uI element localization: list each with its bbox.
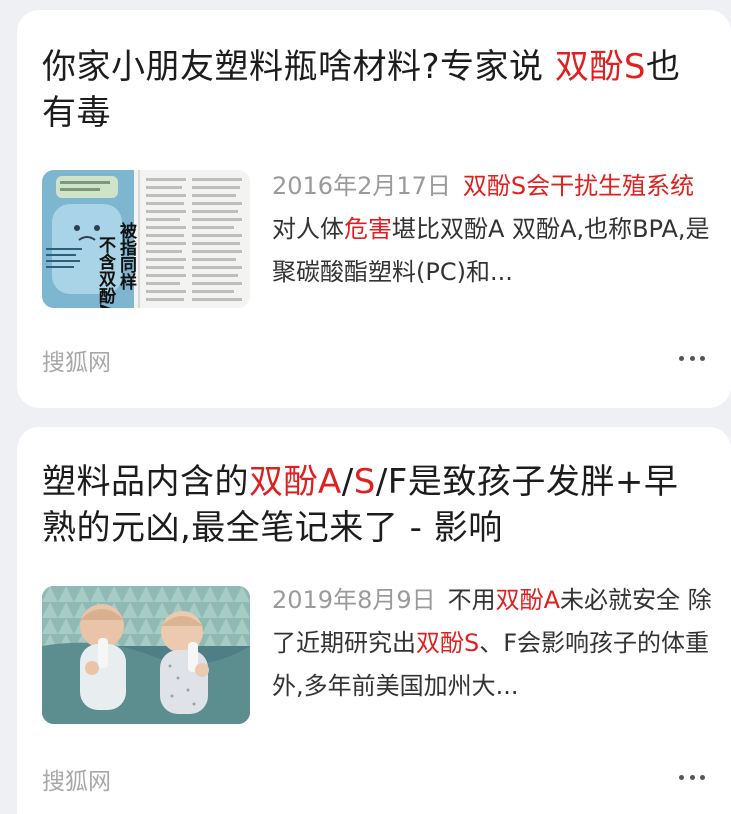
highlighted-keyword: 双酚A (495, 586, 561, 614)
highlighted-keyword: 双酚S (554, 47, 646, 87)
highlighted-keyword: 双酚S (416, 629, 480, 657)
result-thumbnail[interactable]: 不含双酚A 被指同样 (42, 170, 250, 308)
highlighted-keyword: 双酚S会干扰生殖系统 (462, 172, 695, 200)
highlighted-keyword: S (353, 462, 376, 502)
result-snippet[interactable]: 2019年8月9日 不用双酚A未必就安全 除了近期研究出双酚S、F会影响孩子的体重… (272, 579, 717, 708)
highlighted-keyword: 双酚A (249, 462, 342, 502)
search-results-feed: 你家小朋友塑料瓶啥材料?专家说 双酚S也有毒 不含双酚A 被指同样 2016年2… (0, 0, 731, 814)
text-segment: 不用 (447, 586, 496, 614)
babies-photo-image (42, 586, 250, 724)
result-source[interactable]: 搜狐网 (42, 762, 111, 796)
ellipsis-icon[interactable] (679, 354, 705, 362)
result-snippet[interactable]: 2016年2月17日 双酚S会干扰生殖系统 对人体危害堪比双酚A 双酚A,也称BP… (272, 165, 717, 294)
thumb-headline-1: 被指同样 (116, 221, 137, 291)
result-title[interactable]: 你家小朋友塑料瓶啥材料?专家说 双酚S也有毒 (42, 44, 711, 136)
text-segment: 塑料品内含的 (42, 462, 249, 502)
text-segment: 对人体 (272, 215, 344, 243)
result-title[interactable]: 塑料品内含的双酚A/S/F是致孩子发胖+早熟的元凶,最全笔记来了 - 影响 (42, 459, 711, 551)
highlighted-keyword: 危害 (344, 215, 392, 243)
result-source[interactable]: 搜狐网 (42, 343, 111, 377)
ellipsis-icon[interactable] (679, 773, 705, 781)
text-segment: 你家小朋友塑料瓶啥材料?专家说 (42, 47, 555, 87)
result-date: 2016年2月17日 (272, 172, 451, 200)
text-segment: / (341, 462, 354, 502)
result-thumbnail[interactable] (42, 586, 250, 724)
result-card[interactable]: 你家小朋友塑料瓶啥材料?专家说 双酚S也有毒 不含双酚A 被指同样 2016年2… (17, 10, 731, 408)
result-card[interactable]: 塑料品内含的双酚A/S/F是致孩子发胖+早熟的元凶,最全笔记来了 - 影响 20… (17, 427, 731, 814)
thumb-headline-2: 不含双酚A (95, 236, 116, 308)
newspaper-thumbnail-image: 不含双酚A 被指同样 (42, 170, 250, 308)
result-date: 2019年8月9日 (272, 586, 436, 614)
